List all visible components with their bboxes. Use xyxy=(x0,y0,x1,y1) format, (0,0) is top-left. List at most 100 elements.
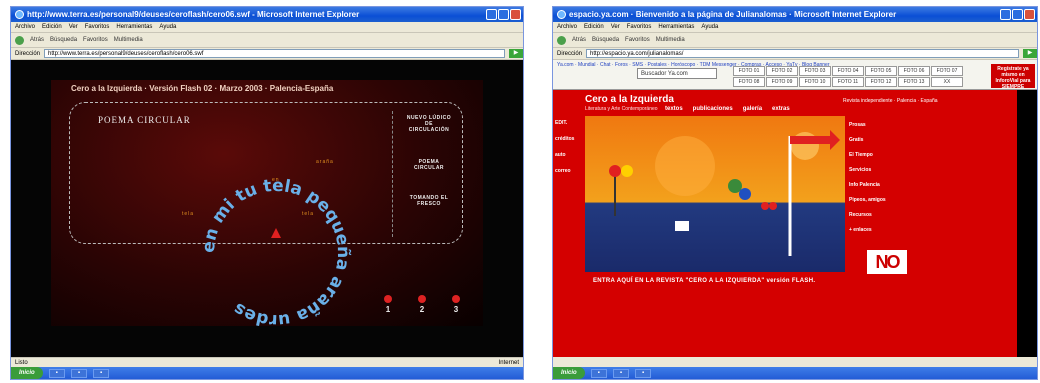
menu-ayuda[interactable]: Ayuda xyxy=(701,24,718,30)
left-menu-item[interactable]: correo xyxy=(555,168,574,174)
foto-link[interactable]: FOTO 03 xyxy=(799,66,831,76)
page-3-button[interactable]: 3 xyxy=(447,295,465,314)
menu-herramientas[interactable]: Herramientas xyxy=(658,24,694,30)
taskbar-item[interactable]: ▪ xyxy=(92,368,110,378)
right-edge-bar xyxy=(1017,90,1037,357)
menu-edicion[interactable]: Edición xyxy=(584,24,604,30)
poem-title: POEMA CIRCULAR xyxy=(98,115,191,125)
screenshot-left: http://www.terra.es/personal9/deuses/cer… xyxy=(10,6,524,380)
photo-grid: FOTO 01 FOTO 02 FOTO 03 FOTO 04 FOTO 05 … xyxy=(733,66,963,87)
menu-archivo[interactable]: Archivo xyxy=(15,24,35,30)
maximize-button[interactable] xyxy=(498,9,509,20)
enter-flash-link[interactable]: ENTRA AQUÍ EN LA REVISTA "CERO A LA IZQU… xyxy=(593,278,815,284)
left-menu-item[interactable]: créditos xyxy=(555,136,574,142)
back-icon[interactable] xyxy=(15,35,24,45)
foto-link[interactable]: FOTO 01 xyxy=(733,66,765,76)
left-menu-item[interactable]: EDIT. xyxy=(555,120,574,126)
foto-link[interactable]: FOTO 09 xyxy=(766,77,798,87)
go-button[interactable]: ▶ xyxy=(509,49,523,58)
foto-link[interactable]: FOTO 10 xyxy=(799,77,831,87)
menu-archivo[interactable]: Archivo xyxy=(557,24,577,30)
ie-icon xyxy=(15,10,24,19)
menu-herramientas[interactable]: Herramientas xyxy=(116,24,152,30)
close-button[interactable] xyxy=(510,9,521,20)
start-button[interactable]: Inicio xyxy=(11,367,43,379)
foto-link[interactable]: FOTO 07 xyxy=(931,66,963,76)
nav-textos[interactable]: textos xyxy=(665,106,683,112)
back-icon[interactable] xyxy=(557,35,566,45)
back-button[interactable]: Atrás xyxy=(572,37,586,43)
minimize-button[interactable] xyxy=(486,9,497,20)
menu-ayuda[interactable]: Ayuda xyxy=(159,24,176,30)
taskbar: Inicio ▪ ▪ ▪ xyxy=(553,367,1037,379)
close-button[interactable] xyxy=(1024,9,1035,20)
left-menu-item[interactable]: auto xyxy=(555,152,574,158)
nav-galeria[interactable]: galería xyxy=(743,106,762,112)
left-menu: EDIT. créditos auto correo xyxy=(555,120,574,174)
browser-toolbar: Atrás Búsqueda Favoritos Multimedia xyxy=(11,33,523,48)
taskbar-item[interactable]: ▪ xyxy=(612,368,629,378)
menu-edicion[interactable]: Edición xyxy=(42,24,62,30)
minimize-button[interactable] xyxy=(1000,9,1011,20)
section-link[interactable]: Pipeos, amigos xyxy=(849,197,886,203)
menu-favoritos[interactable]: Favoritos xyxy=(85,24,110,30)
page-1-button[interactable]: 1 xyxy=(379,295,397,314)
foto-link[interactable]: FOTO 08 xyxy=(733,77,765,87)
page-content: Ya.com · Mundial · Chat · Foros · SMS · … xyxy=(553,60,1037,357)
go-button[interactable]: ▶ xyxy=(1023,49,1037,58)
foto-link[interactable]: XX xyxy=(931,77,963,87)
magazine-subtitle: Literatura y Arte Contemporáneo xyxy=(585,106,658,112)
flash-scene[interactable] xyxy=(585,116,845,272)
back-button[interactable]: Atrás xyxy=(30,37,44,43)
status-bar: Listo Internet xyxy=(11,357,523,367)
foto-link[interactable]: FOTO 13 xyxy=(898,77,930,87)
section-link[interactable]: Gratis xyxy=(849,137,886,143)
status-left: Listo xyxy=(15,359,28,366)
page-2-button[interactable]: 2 xyxy=(413,295,431,314)
window-controls xyxy=(1000,9,1035,20)
foto-link[interactable]: FOTO 11 xyxy=(832,77,864,87)
foto-link[interactable]: FOTO 05 xyxy=(865,66,897,76)
window-title: espacio.ya.com · Bienvenido a la página … xyxy=(569,10,897,19)
nav-extras[interactable]: extras xyxy=(772,106,790,112)
favorites-button[interactable]: Favoritos xyxy=(625,37,650,43)
search-button[interactable]: Búsqueda xyxy=(50,37,77,43)
address-bar: Dirección http://espacio.ya.com/julianal… xyxy=(553,48,1037,60)
page-content: Cero a la Izquierda · Versión Flash 02 ·… xyxy=(11,60,523,357)
taskbar-item[interactable]: ▪ xyxy=(48,368,65,378)
menu-favoritos[interactable]: Favoritos xyxy=(627,24,652,30)
address-input[interactable]: http://www.terra.es/personal9/deuses/cer… xyxy=(44,49,505,58)
section-link[interactable]: Prosas xyxy=(849,122,886,128)
multimedia-button[interactable]: Multimedia xyxy=(656,37,685,43)
nav-tomando-fresco[interactable]: TOMANDO EL FRESCO xyxy=(404,195,454,207)
taskbar-item[interactable]: ▪ xyxy=(70,368,87,378)
menu-ver[interactable]: Ver xyxy=(611,24,620,30)
register-banner[interactable]: Regístrate ya mismo en InforoVial para S… xyxy=(991,64,1035,90)
section-link[interactable]: Info Palencia xyxy=(849,182,886,188)
nav-poema-circular[interactable]: POEMA CIRCULAR xyxy=(404,159,454,171)
maximize-button[interactable] xyxy=(1012,9,1023,20)
foto-link[interactable]: FOTO 12 xyxy=(865,77,897,87)
page-2-label: 2 xyxy=(419,305,425,314)
section-link[interactable]: Servicios xyxy=(849,167,886,173)
start-button[interactable]: Inicio xyxy=(553,367,585,379)
search-input[interactable]: Buscador Ya.com xyxy=(637,68,717,79)
nav-publicaciones[interactable]: publicaciones xyxy=(693,106,733,112)
section-link[interactable]: Recursos xyxy=(849,212,886,218)
foto-link[interactable]: FOTO 02 xyxy=(766,66,798,76)
favorites-button[interactable]: Favoritos xyxy=(83,37,108,43)
search-button[interactable]: Búsqueda xyxy=(592,37,619,43)
taskbar-item[interactable]: ▪ xyxy=(634,368,652,378)
nav-nuevo-ludico[interactable]: NUEVO LÚDICO DE CIRCULACIÓN xyxy=(404,115,454,133)
address-input[interactable]: http://espacio.ya.com/julianalomas/ xyxy=(586,49,1019,58)
red-pointer-icon xyxy=(271,228,281,238)
taskbar-item[interactable]: ▪ xyxy=(590,368,607,378)
window-title-bar: http://www.terra.es/personal9/deuses/cer… xyxy=(11,7,523,22)
section-link[interactable]: El Tiempo xyxy=(849,152,886,158)
foto-link[interactable]: FOTO 06 xyxy=(898,66,930,76)
section-link[interactable]: + enlaces xyxy=(849,227,886,233)
multimedia-button[interactable]: Multimedia xyxy=(114,37,143,43)
foto-link[interactable]: FOTO 04 xyxy=(832,66,864,76)
flash-movie[interactable]: Cero a la Izquierda · Versión Flash 02 ·… xyxy=(51,80,483,330)
menu-ver[interactable]: Ver xyxy=(69,24,78,30)
